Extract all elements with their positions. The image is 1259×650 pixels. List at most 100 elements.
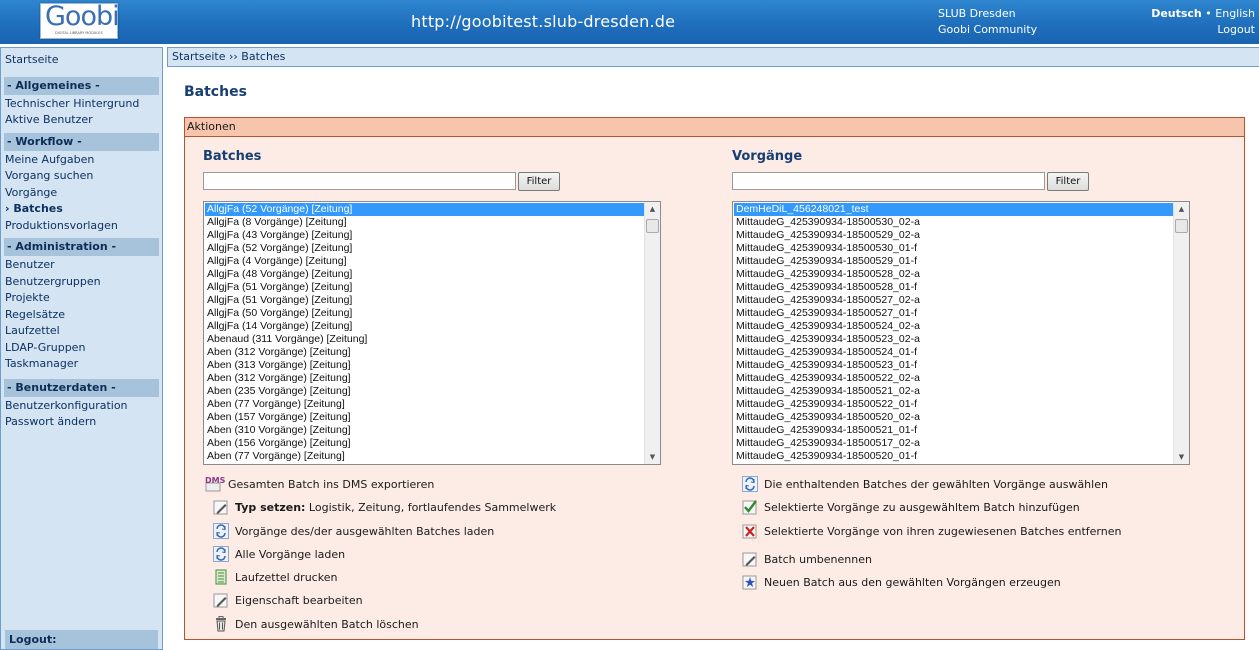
batch-list-item[interactable]: Aben (312 Vorgänge) [Zeitung] xyxy=(205,346,644,359)
process-list-item[interactable]: MittaudeG_425390934-18500522_02-a xyxy=(734,372,1173,385)
sidebar-item-benutzer[interactable]: Benutzer xyxy=(1,257,162,274)
process-list-item[interactable]: MittaudeG_425390934-18500530_01-f xyxy=(734,242,1173,255)
sidebar-item-vorgaenge[interactable]: Vorgänge xyxy=(1,185,162,202)
goobi-logo[interactable]: Goobi DIGITAL LIBRARY MODULES xyxy=(40,1,120,39)
language-switch: Deutsch • English Logout xyxy=(1151,6,1255,38)
batch-list-item[interactable]: AllgjFa (52 Vorgänge) [Zeitung] xyxy=(205,242,644,255)
header-bar: Goobi DIGITAL LIBRARY MODULES http://goo… xyxy=(0,0,1259,44)
action-edit-property[interactable]: Eigenschaft bearbeiten xyxy=(213,592,363,610)
scroll-thumb[interactable] xyxy=(1175,219,1188,233)
batch-filter-button[interactable]: Filter xyxy=(518,172,560,191)
batch-list-item[interactable]: Abenaud (311 Vorgänge) [Zeitung] xyxy=(205,333,644,346)
scroll-up-icon[interactable]: ▲ xyxy=(645,202,660,216)
sidebar-item-laufzettel[interactable]: Laufzettel xyxy=(1,323,162,340)
batch-filter-input[interactable] xyxy=(203,172,516,190)
sidebar-item-benutzergruppen[interactable]: Benutzergruppen xyxy=(1,274,162,291)
action-set-type[interactable]: Typ setzen: Logistik, Zeitung, fortlaufe… xyxy=(213,499,556,517)
sidebar-item-taskmanager[interactable]: Taskmanager xyxy=(1,356,162,373)
action-load-batch-processes[interactable]: Vorgänge des/der ausgewählten Batches la… xyxy=(213,523,494,541)
action-delete-batch[interactable]: Den ausgewählten Batch löschen xyxy=(213,616,419,634)
batch-list-item[interactable]: AllgjFa (4 Vorgänge) [Zeitung] xyxy=(205,255,644,268)
process-list-item[interactable]: MittaudeG_425390934-18500529_01-f xyxy=(734,255,1173,268)
goobi-community-link[interactable]: Goobi Community xyxy=(938,22,1037,38)
batch-list-item[interactable]: Aben (312 Vorgänge) [Zeitung] xyxy=(205,372,644,385)
batch-list-item[interactable]: Aben (156 Vorgänge) [Zeitung] xyxy=(205,437,644,450)
batches-title: Batches xyxy=(203,149,262,164)
action-select-containing-batches[interactable]: Die enthaltenden Batches der gewählten V… xyxy=(742,476,1108,494)
process-list-item[interactable]: MittaudeG_425390934-18500521_01-f xyxy=(734,424,1173,437)
sidebar-item-startseite[interactable]: Startseite xyxy=(1,52,162,69)
process-filter-button[interactable]: Filter xyxy=(1047,172,1089,191)
batch-list-item[interactable]: Aben (157 Vorgänge) [Zeitung] xyxy=(205,411,644,424)
breadcrumb[interactable]: Startseite ›› Batches xyxy=(167,47,1259,67)
logo-text: Goobi xyxy=(45,1,120,32)
logout-link[interactable]: Logout xyxy=(1151,22,1255,38)
action-load-all-processes[interactable]: Alle Vorgänge laden xyxy=(213,546,345,564)
batch-list-item[interactable]: AllgjFa (14 Vorgänge) [Zeitung] xyxy=(205,320,644,333)
batch-list-item[interactable]: Aben (77 Vorgänge) [Zeitung] xyxy=(205,450,644,463)
sidebar-item-projekte[interactable]: Projekte xyxy=(1,290,162,307)
sidebar-item-passwort-aendern[interactable]: Passwort ändern xyxy=(1,414,162,431)
scroll-up-icon[interactable]: ▲ xyxy=(1174,202,1189,216)
sidebar-logout[interactable]: Logout: xyxy=(5,630,158,649)
sidebar-item-technischer-hintergrund[interactable]: Technischer Hintergrund xyxy=(1,96,162,113)
scroll-down-icon[interactable]: ▼ xyxy=(1174,450,1189,464)
sidebar-item-aktive-benutzer[interactable]: Aktive Benutzer xyxy=(1,112,162,129)
scroll-down-icon[interactable]: ▼ xyxy=(645,450,660,464)
process-listbox[interactable]: DemHeDiL_456248021_test MittaudeG_4253909… xyxy=(732,201,1190,465)
lang-deutsch[interactable]: Deutsch xyxy=(1151,7,1202,20)
process-list-scrollbar[interactable]: ▲ ▼ xyxy=(1173,202,1189,464)
action-rename-batch[interactable]: Batch umbenennen xyxy=(742,551,872,569)
batch-list-item[interactable]: AllgjFa (51 Vorgänge) [Zeitung] xyxy=(205,281,644,294)
process-filter-input[interactable] xyxy=(732,172,1045,190)
action-remove-from-batch[interactable]: Selektierte Vorgänge von ihren zugewiese… xyxy=(742,523,1121,541)
process-list-item[interactable]: MittaudeG_425390934-18500527_02-a xyxy=(734,294,1173,307)
processes-title: Vorgänge xyxy=(732,149,803,164)
process-list-item[interactable]: MittaudeG_425390934-18500524_01-f xyxy=(734,346,1173,359)
action-dms-export[interactable]: DMS Gesamten Batch ins DMS exportieren xyxy=(205,476,434,494)
sidebar-item-ldap-gruppen[interactable]: LDAP-Gruppen xyxy=(1,340,162,357)
batch-list-item[interactable]: AllgjFa (43 Vorgänge) [Zeitung] xyxy=(205,229,644,242)
batch-list-item[interactable]: Aben (310 Vorgänge) [Zeitung] xyxy=(205,424,644,437)
sidebar-item-vorgang-suchen[interactable]: Vorgang suchen xyxy=(1,168,162,185)
batch-listbox[interactable]: AllgjFa (52 Vorgänge) [Zeitung] AllgjFa (… xyxy=(203,201,661,465)
process-list-item[interactable]: MittaudeG_425390934-18500530_02-a xyxy=(734,216,1173,229)
batch-list-item[interactable]: AllgjFa (48 Vorgänge) [Zeitung] xyxy=(205,268,644,281)
batch-list-item[interactable]: Aben (313 Vorgänge) [Zeitung] xyxy=(205,359,644,372)
process-list-item[interactable]: MittaudeG_425390934-18500520_02-a xyxy=(734,411,1173,424)
action-new-batch[interactable]: Neuen Batch aus den gewählten Vorgängen … xyxy=(742,574,1061,592)
batch-list-item[interactable]: AllgjFa (52 Vorgänge) [Zeitung] xyxy=(205,203,644,216)
batch-list-item[interactable]: AllgjFa (8 Vorgänge) [Zeitung] xyxy=(205,216,644,229)
process-list-item[interactable]: MittaudeG_425390934-18500517_02-a xyxy=(734,437,1173,450)
sidebar-item-produktionsvorlagen[interactable]: Produktionsvorlagen xyxy=(1,218,162,235)
header-links: SLUB Dresden Goobi Community xyxy=(938,6,1037,38)
process-list-item[interactable]: MittaudeG_425390934-18500528_01-f xyxy=(734,281,1173,294)
batch-list-item[interactable]: Aben (235 Vorgänge) [Zeitung] xyxy=(205,385,644,398)
batch-list-item[interactable]: AllgjFa (51 Vorgänge) [Zeitung] xyxy=(205,294,644,307)
action-print-docket[interactable]: Laufzettel drucken xyxy=(213,569,337,587)
refresh-icon xyxy=(213,546,229,562)
process-list-item[interactable]: MittaudeG_425390934-18500523_02-a xyxy=(734,333,1173,346)
sidebar-item-benutzerkonfiguration[interactable]: Benutzerkonfiguration xyxy=(1,398,162,415)
lang-english[interactable]: English xyxy=(1215,7,1255,20)
process-list-item[interactable]: MittaudeG_425390934-18500522_01-f xyxy=(734,398,1173,411)
process-list-item[interactable]: MittaudeG_425390934-18500523_01-f xyxy=(734,359,1173,372)
sidebar-item-meine-aufgaben[interactable]: Meine Aufgaben xyxy=(1,152,162,169)
process-list-item[interactable]: MittaudeG_425390934-18500528_02-a xyxy=(734,268,1173,281)
process-list-item[interactable]: DemHeDiL_456248021_test xyxy=(734,203,1173,216)
process-list-item[interactable]: MittaudeG_425390934-18500521_02-a xyxy=(734,385,1173,398)
batch-list-scrollbar[interactable]: ▲ ▼ xyxy=(644,202,660,464)
slub-link[interactable]: SLUB Dresden xyxy=(938,6,1037,22)
sidebar-item-batches[interactable]: › Batches xyxy=(1,201,162,218)
batch-list-item[interactable]: Aben (77 Vorgänge) [Zeitung] xyxy=(205,398,644,411)
batch-list-item[interactable]: AllgjFa (50 Vorgänge) [Zeitung] xyxy=(205,307,644,320)
site-url: http://goobitest.slub-dresden.de xyxy=(411,12,676,31)
sidebar-item-regelsaetze[interactable]: Regelsätze xyxy=(1,307,162,324)
refresh-icon xyxy=(213,523,229,539)
process-list-item[interactable]: MittaudeG_425390934-18500529_02-a xyxy=(734,229,1173,242)
process-list-item[interactable]: MittaudeG_425390934-18500527_01-f xyxy=(734,307,1173,320)
scroll-thumb[interactable] xyxy=(646,219,659,233)
action-add-to-batch[interactable]: Selektierte Vorgänge zu ausgewähltem Bat… xyxy=(742,499,1080,517)
process-list-item[interactable]: MittaudeG_425390934-18500524_02-a xyxy=(734,320,1173,333)
process-list-item[interactable]: MittaudeG_425390934-18500520_01-f xyxy=(734,450,1173,463)
